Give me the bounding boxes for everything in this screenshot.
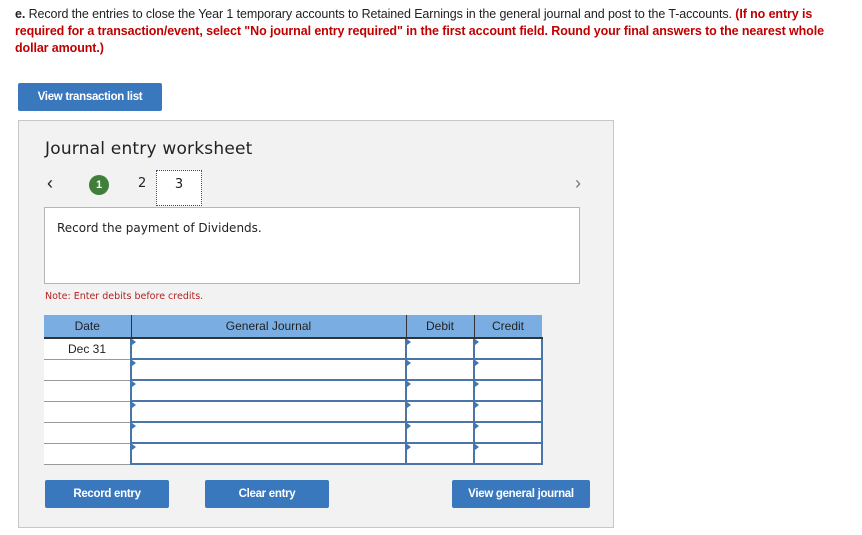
journal-table-header: Date General Journal Debit Credit — [44, 315, 542, 339]
date-cell — [44, 359, 131, 381]
step-1-completed[interactable]: 1 — [89, 175, 109, 195]
description-text: Record the payment of Dividends. — [57, 221, 262, 235]
header-credit: Credit — [473, 315, 542, 339]
record-entry-button[interactable]: Record entry — [45, 480, 169, 508]
header-date: Date — [44, 315, 131, 339]
step-3-label: 3 — [174, 177, 184, 192]
credit-input[interactable] — [473, 379, 543, 402]
header-debit: Debit — [405, 315, 474, 339]
step-3-active[interactable]: 3 — [156, 170, 202, 206]
table-row — [44, 442, 543, 465]
debit-input[interactable] — [405, 379, 475, 402]
date-cell — [44, 422, 131, 444]
worksheet-title: Journal entry worksheet — [45, 139, 253, 159]
credit-input[interactable] — [473, 337, 543, 360]
instruction-text: Record the entries to close the Year 1 t… — [25, 7, 736, 21]
chevron-left-icon[interactable]: ‹ — [47, 173, 53, 194]
table-row: Dec 31 — [44, 337, 543, 360]
debit-input[interactable] — [405, 442, 475, 465]
journal-table: Date General Journal Debit Credit Dec 31 — [44, 315, 543, 465]
view-general-journal-button[interactable]: View general journal — [452, 480, 590, 508]
step-2[interactable]: 2 — [138, 176, 146, 191]
credit-input[interactable] — [473, 421, 543, 444]
clear-entry-button[interactable]: Clear entry — [205, 480, 329, 508]
date-cell — [44, 443, 131, 465]
date-cell — [44, 401, 131, 423]
date-cell: Dec 31 — [44, 338, 131, 360]
account-input[interactable] — [130, 379, 407, 402]
account-input[interactable] — [130, 358, 407, 381]
account-input[interactable] — [130, 337, 407, 360]
table-row — [44, 358, 543, 381]
debit-input[interactable] — [405, 400, 475, 423]
debit-input[interactable] — [405, 358, 475, 381]
debit-input[interactable] — [405, 421, 475, 444]
date-cell — [44, 380, 131, 402]
table-row — [44, 379, 543, 402]
transaction-description: Record the payment of Dividends. — [44, 207, 580, 284]
account-input[interactable] — [130, 421, 407, 444]
instructions: e. Record the entries to close the Year … — [15, 6, 855, 57]
part-label: e. — [15, 7, 26, 21]
debit-input[interactable] — [405, 337, 475, 360]
view-transaction-list-button[interactable]: View transaction list — [18, 83, 162, 111]
header-general-journal: General Journal — [130, 315, 406, 339]
account-input[interactable] — [130, 400, 407, 423]
debit-credit-note: Note: Enter debits before credits. — [45, 291, 204, 302]
table-row — [44, 421, 543, 444]
credit-input[interactable] — [473, 358, 543, 381]
account-input[interactable] — [130, 442, 407, 465]
credit-input[interactable] — [473, 400, 543, 423]
journal-entry-worksheet: Journal entry worksheet ‹ 1 2 3 › Record… — [18, 120, 614, 528]
table-row — [44, 400, 543, 423]
chevron-right-icon[interactable]: › — [575, 173, 581, 194]
credit-input[interactable] — [473, 442, 543, 465]
